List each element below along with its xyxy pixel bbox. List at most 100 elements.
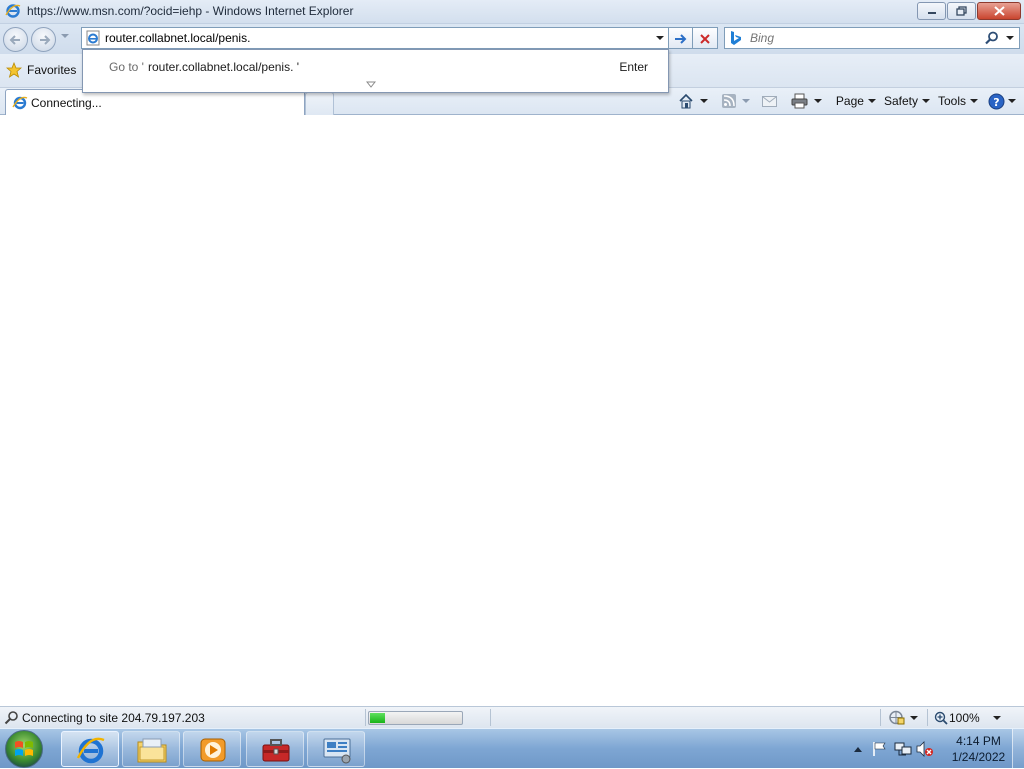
zoom-icon[interactable]	[934, 711, 948, 725]
home-dropdown-icon[interactable]	[699, 99, 708, 103]
ie-logo-icon	[5, 4, 21, 18]
ie-tab-icon	[12, 96, 28, 110]
taskbar-toolbox-button[interactable]	[246, 731, 304, 767]
loading-progress-bar	[368, 711, 463, 725]
system-clock[interactable]: 4:14 PM 1/24/2022	[946, 733, 1011, 765]
recent-pages-dropdown[interactable]	[61, 34, 69, 38]
mail-icon	[761, 95, 777, 107]
status-divider	[490, 709, 491, 726]
taskbar: 4:14 PM 1/24/2022	[0, 728, 1024, 769]
goto-suggestion[interactable]: router.collabnet.local/penis. '	[148, 60, 299, 74]
address-bar[interactable]	[81, 27, 669, 49]
toolbox-icon	[262, 739, 290, 762]
internet-explorer-icon	[76, 737, 105, 764]
loading-search-icon	[4, 711, 18, 725]
start-button[interactable]	[5, 730, 43, 768]
forward-button[interactable]	[31, 27, 56, 52]
enter-hint: Enter	[619, 60, 648, 74]
search-input[interactable]	[750, 30, 980, 46]
show-hidden-icons-button[interactable]	[854, 747, 862, 752]
clock-time: 4:14 PM	[956, 734, 1001, 748]
page-dropdown-icon	[867, 99, 876, 103]
network-icon[interactable]	[894, 741, 912, 757]
new-tab-button[interactable]	[305, 92, 334, 115]
expand-suggestions-icon[interactable]	[366, 81, 376, 88]
tools-menu-label: Tools	[937, 94, 966, 108]
feeds-dropdown-icon[interactable]	[741, 99, 750, 103]
stop-button[interactable]	[693, 27, 718, 49]
rss-feed-icon	[721, 94, 736, 108]
status-divider	[880, 709, 881, 726]
favorites-label: Favorites	[27, 63, 77, 77]
go-arrow-icon	[675, 34, 687, 44]
help-button[interactable]: ?	[988, 93, 1016, 110]
status-text: Connecting to site 204.79.197.203	[22, 711, 205, 725]
media-player-icon	[200, 738, 226, 762]
printer-icon	[791, 93, 808, 109]
zoom-level[interactable]: 100%	[949, 711, 980, 725]
status-divider	[365, 709, 366, 726]
clock-date: 1/24/2022	[951, 750, 1006, 764]
tools-dropdown-icon	[970, 99, 978, 103]
tab-label: Connecting...	[31, 96, 102, 110]
protected-mode-icon[interactable]	[887, 710, 905, 725]
minimize-button[interactable]	[917, 2, 946, 20]
restore-icon	[956, 6, 967, 16]
control-panel-icon	[323, 738, 351, 764]
taskbar-control-panel-button[interactable]	[307, 731, 365, 767]
feeds-button[interactable]	[721, 94, 750, 108]
back-arrow-icon	[9, 35, 20, 45]
restore-button[interactable]	[947, 2, 976, 20]
minimize-icon	[927, 12, 936, 14]
page-menu[interactable]: Page	[836, 94, 876, 108]
folder-icon	[137, 738, 167, 763]
title-bar: https://www.msn.com/?ocid=iehp - Windows…	[0, 0, 1024, 24]
stop-x-icon	[700, 34, 710, 44]
close-icon	[993, 6, 1005, 16]
go-button[interactable]	[669, 27, 693, 49]
taskbar-media-player-button[interactable]	[183, 731, 241, 767]
system-tray: 4:14 PM 1/24/2022	[834, 729, 1024, 769]
print-dropdown-icon[interactable]	[813, 99, 822, 103]
address-input[interactable]	[105, 30, 645, 46]
search-options-dropdown[interactable]	[1006, 36, 1014, 40]
safety-menu-label: Safety	[883, 94, 918, 108]
search-box[interactable]	[724, 27, 1020, 49]
taskbar-explorer-button[interactable]	[122, 731, 180, 767]
show-desktop-button[interactable]	[1012, 729, 1024, 769]
taskbar-ie-button[interactable]	[61, 731, 119, 767]
home-icon	[679, 93, 693, 109]
read-mail-button[interactable]	[761, 95, 777, 107]
window-title: https://www.msn.com/?ocid=iehp - Windows…	[27, 4, 354, 18]
goto-prefix: Go to '	[109, 60, 144, 74]
zoom-dropdown[interactable]	[993, 716, 1001, 720]
print-button[interactable]	[791, 93, 822, 109]
address-autocomplete: Go to ' router.collabnet.local/penis. ' …	[82, 49, 669, 93]
action-center-flag-icon[interactable]	[872, 741, 888, 757]
window-controls	[916, 2, 1021, 20]
text-cursor-icon	[301, 29, 302, 46]
star-icon	[6, 62, 22, 78]
page-content	[0, 116, 1024, 706]
safety-menu[interactable]: Safety	[884, 94, 930, 108]
address-dropdown-button[interactable]	[656, 36, 664, 40]
windows-logo-icon	[15, 741, 33, 756]
zone-dropdown[interactable]	[910, 716, 918, 720]
forward-arrow-icon	[40, 35, 51, 45]
page-menu-label: Page	[835, 94, 864, 108]
back-button[interactable]	[3, 27, 28, 52]
search-icon[interactable]	[985, 31, 999, 45]
help-dropdown-icon	[1008, 99, 1016, 103]
bing-logo-icon	[731, 31, 741, 45]
close-button[interactable]	[977, 2, 1021, 20]
volume-muted-icon[interactable]	[916, 741, 934, 757]
favorites-button[interactable]: Favorites	[6, 62, 76, 78]
progress-fill	[370, 713, 385, 723]
tools-menu[interactable]: Tools	[938, 94, 978, 108]
status-bar: Connecting to site 204.79.197.203 100%	[0, 706, 1024, 728]
ie-page-icon	[86, 30, 100, 46]
status-divider	[927, 709, 928, 726]
home-button[interactable]	[678, 93, 708, 109]
svg-text:?: ?	[993, 96, 999, 109]
safety-dropdown-icon	[921, 99, 930, 103]
